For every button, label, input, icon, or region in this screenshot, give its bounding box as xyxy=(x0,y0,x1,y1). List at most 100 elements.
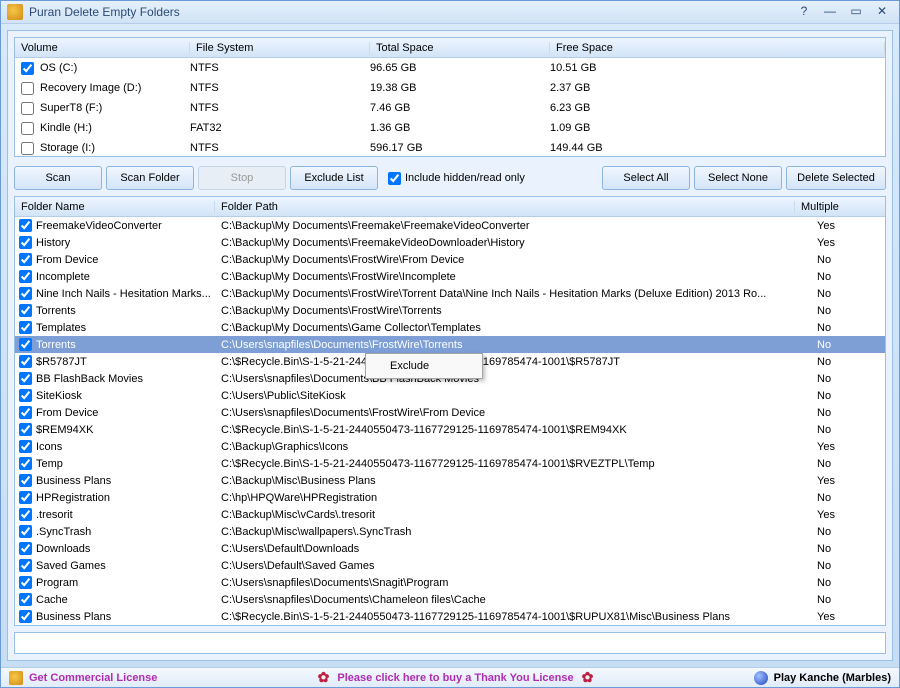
folder-name: Saved Games xyxy=(36,560,106,572)
result-checkbox[interactable] xyxy=(19,287,32,300)
folder-multiple: No xyxy=(811,373,885,385)
close-button[interactable]: ✕ xyxy=(871,4,893,20)
col-filesystem[interactable]: File System xyxy=(190,42,370,54)
volume-checkbox[interactable] xyxy=(21,142,34,155)
result-row[interactable]: TempC:\$Recycle.Bin\S-1-5-21-2440550473-… xyxy=(15,455,885,472)
col-multiple[interactable]: Multiple xyxy=(795,201,885,213)
scan-button[interactable]: Scan xyxy=(14,166,102,190)
minimize-button[interactable]: — xyxy=(819,4,841,20)
result-checkbox[interactable] xyxy=(19,304,32,317)
result-row[interactable]: From DeviceC:\Backup\My Documents\FrostW… xyxy=(15,251,885,268)
result-checkbox[interactable] xyxy=(19,542,32,555)
volume-checkbox[interactable] xyxy=(21,82,34,95)
volume-row[interactable]: Kindle (H:)FAT321.36 GB1.09 GB xyxy=(15,118,885,138)
result-checkbox[interactable] xyxy=(19,389,32,402)
col-total-space[interactable]: Total Space xyxy=(370,42,550,54)
result-checkbox[interactable] xyxy=(19,593,32,606)
result-row[interactable]: From DeviceC:\Users\snapfiles\Documents\… xyxy=(15,404,885,421)
result-row[interactable]: .SyncTrashC:\Backup\Misc\wallpapers\.Syn… xyxy=(15,523,885,540)
result-checkbox[interactable] xyxy=(19,491,32,504)
scan-folder-button[interactable]: Scan Folder xyxy=(106,166,194,190)
folder-path: C:\Backup\Misc\Business Plans xyxy=(215,475,811,487)
folder-name: Temp xyxy=(36,458,63,470)
context-exclude[interactable]: Exclude xyxy=(368,356,480,376)
result-checkbox[interactable] xyxy=(19,474,32,487)
result-row[interactable]: Saved Games C:\Users\Default\Saved GamesN… xyxy=(15,557,885,574)
result-checkbox[interactable] xyxy=(19,457,32,470)
folder-name: $R5787JT xyxy=(36,356,87,368)
results-list[interactable]: Folder Name Folder Path Multiple Freemak… xyxy=(14,196,886,626)
volume-checkbox[interactable] xyxy=(21,122,34,135)
folder-path: C:\Backup\My Documents\Game Collector\Te… xyxy=(215,322,811,334)
volumes-list[interactable]: Volume File System Total Space Free Spac… xyxy=(14,37,886,157)
folder-multiple: No xyxy=(811,288,885,300)
result-row[interactable]: .tresoritC:\Backup\Misc\vCards\.tresorit… xyxy=(15,506,885,523)
folder-multiple: No xyxy=(811,305,885,317)
folder-multiple: No xyxy=(811,356,885,368)
result-checkbox[interactable] xyxy=(19,406,32,419)
result-checkbox[interactable] xyxy=(19,559,32,572)
volume-checkbox[interactable] xyxy=(21,62,34,75)
result-checkbox[interactable] xyxy=(19,440,32,453)
result-checkbox[interactable] xyxy=(19,423,32,436)
include-hidden-input[interactable] xyxy=(388,172,401,185)
result-row[interactable]: SiteKioskC:\Users\Public\SiteKioskNo xyxy=(15,387,885,404)
ribbon-icon: ✿ xyxy=(582,669,594,686)
result-row[interactable]: IncompleteC:\Backup\My Documents\FrostWi… xyxy=(15,268,885,285)
result-row[interactable]: HistoryC:\Backup\My Documents\FreemakeVi… xyxy=(15,234,885,251)
result-row[interactable]: TorrentsC:\Users\snapfiles\Documents\Fro… xyxy=(15,336,885,353)
select-all-button[interactable]: Select All xyxy=(602,166,690,190)
result-checkbox[interactable] xyxy=(19,236,32,249)
volume-row[interactable]: Storage (I:)NTFS596.17 GB149.44 GB xyxy=(15,138,885,157)
result-row[interactable]: Business Plans C:\Backup\Misc\Business Pl… xyxy=(15,472,885,489)
result-checkbox[interactable] xyxy=(19,270,32,283)
result-row[interactable]: Nine Inch Nails - Hesitation Marks...C:\… xyxy=(15,285,885,302)
result-row[interactable]: DownloadsC:\Users\Default\DownloadsNo xyxy=(15,540,885,557)
volume-fs: NTFS xyxy=(190,102,370,114)
volume-fs: NTFS xyxy=(190,142,370,154)
result-checkbox[interactable] xyxy=(19,508,32,521)
help-button[interactable]: ? xyxy=(793,4,815,20)
result-row[interactable]: TemplatesC:\Backup\My Documents\Game Col… xyxy=(15,319,885,336)
folder-path: C:\Users\Default\Saved Games xyxy=(215,560,811,572)
volume-row[interactable]: SuperT8 (F:)NTFS7.46 GB6.23 GB xyxy=(15,98,885,118)
col-folder-path[interactable]: Folder Path xyxy=(215,201,795,213)
folder-name: Incomplete xyxy=(36,271,90,283)
result-checkbox[interactable] xyxy=(19,253,32,266)
commercial-license-link[interactable]: Get Commercial License xyxy=(9,671,157,685)
volume-row[interactable]: OS (C:)NTFS96.65 GB10.51 GB xyxy=(15,58,885,78)
result-checkbox[interactable] xyxy=(19,321,32,334)
result-checkbox[interactable] xyxy=(19,355,32,368)
result-row[interactable]: TorrentsC:\Backup\My Documents\FrostWire… xyxy=(15,302,885,319)
result-row[interactable]: ProgramC:\Users\snapfiles\Documents\Snag… xyxy=(15,574,885,591)
maximize-button[interactable]: ▭ xyxy=(845,4,867,20)
thank-you-license-link[interactable]: ✿ Please click here to buy a Thank You L… xyxy=(157,669,753,686)
include-hidden-checkbox[interactable]: Include hidden/read only xyxy=(388,172,525,185)
app-icon xyxy=(7,4,23,20)
folder-path: C:\Users\snapfiles\Documents\Snagit\Prog… xyxy=(215,577,811,589)
col-folder-name[interactable]: Folder Name xyxy=(15,201,215,213)
result-checkbox[interactable] xyxy=(19,610,32,623)
result-row[interactable]: Business PlansC:\$Recycle.Bin\S-1-5-21-2… xyxy=(15,608,885,625)
result-row[interactable]: HPRegistrationC:\hp\HPQWare\HPRegistrati… xyxy=(15,489,885,506)
select-none-button[interactable]: Select None xyxy=(694,166,782,190)
col-volume[interactable]: Volume xyxy=(15,42,190,54)
result-row[interactable]: $REM94XKC:\$Recycle.Bin\S-1-5-21-2440550… xyxy=(15,421,885,438)
result-row[interactable]: FreemakeVideoConverterC:\Backup\My Docum… xyxy=(15,217,885,234)
result-checkbox[interactable] xyxy=(19,219,32,232)
result-row[interactable]: IconsC:\Backup\Graphics\IconsYes xyxy=(15,438,885,455)
col-free-space[interactable]: Free Space xyxy=(550,42,885,54)
result-checkbox[interactable] xyxy=(19,372,32,385)
result-checkbox[interactable] xyxy=(19,525,32,538)
delete-selected-button[interactable]: Delete Selected xyxy=(786,166,886,190)
folder-multiple: No xyxy=(811,560,885,572)
volume-checkbox[interactable] xyxy=(21,102,34,115)
result-checkbox[interactable] xyxy=(19,576,32,589)
result-checkbox[interactable] xyxy=(19,338,32,351)
result-row[interactable]: CacheC:\Users\snapfiles\Documents\Chamel… xyxy=(15,591,885,608)
folder-name: Business Plans xyxy=(36,475,111,487)
play-kanche-link[interactable]: Play Kanche (Marbles) xyxy=(754,671,891,685)
exclude-list-button[interactable]: Exclude List xyxy=(290,166,378,190)
volume-row[interactable]: Recovery Image (D:)NTFS19.38 GB2.37 GB xyxy=(15,78,885,98)
folder-name: From Device xyxy=(36,407,98,419)
